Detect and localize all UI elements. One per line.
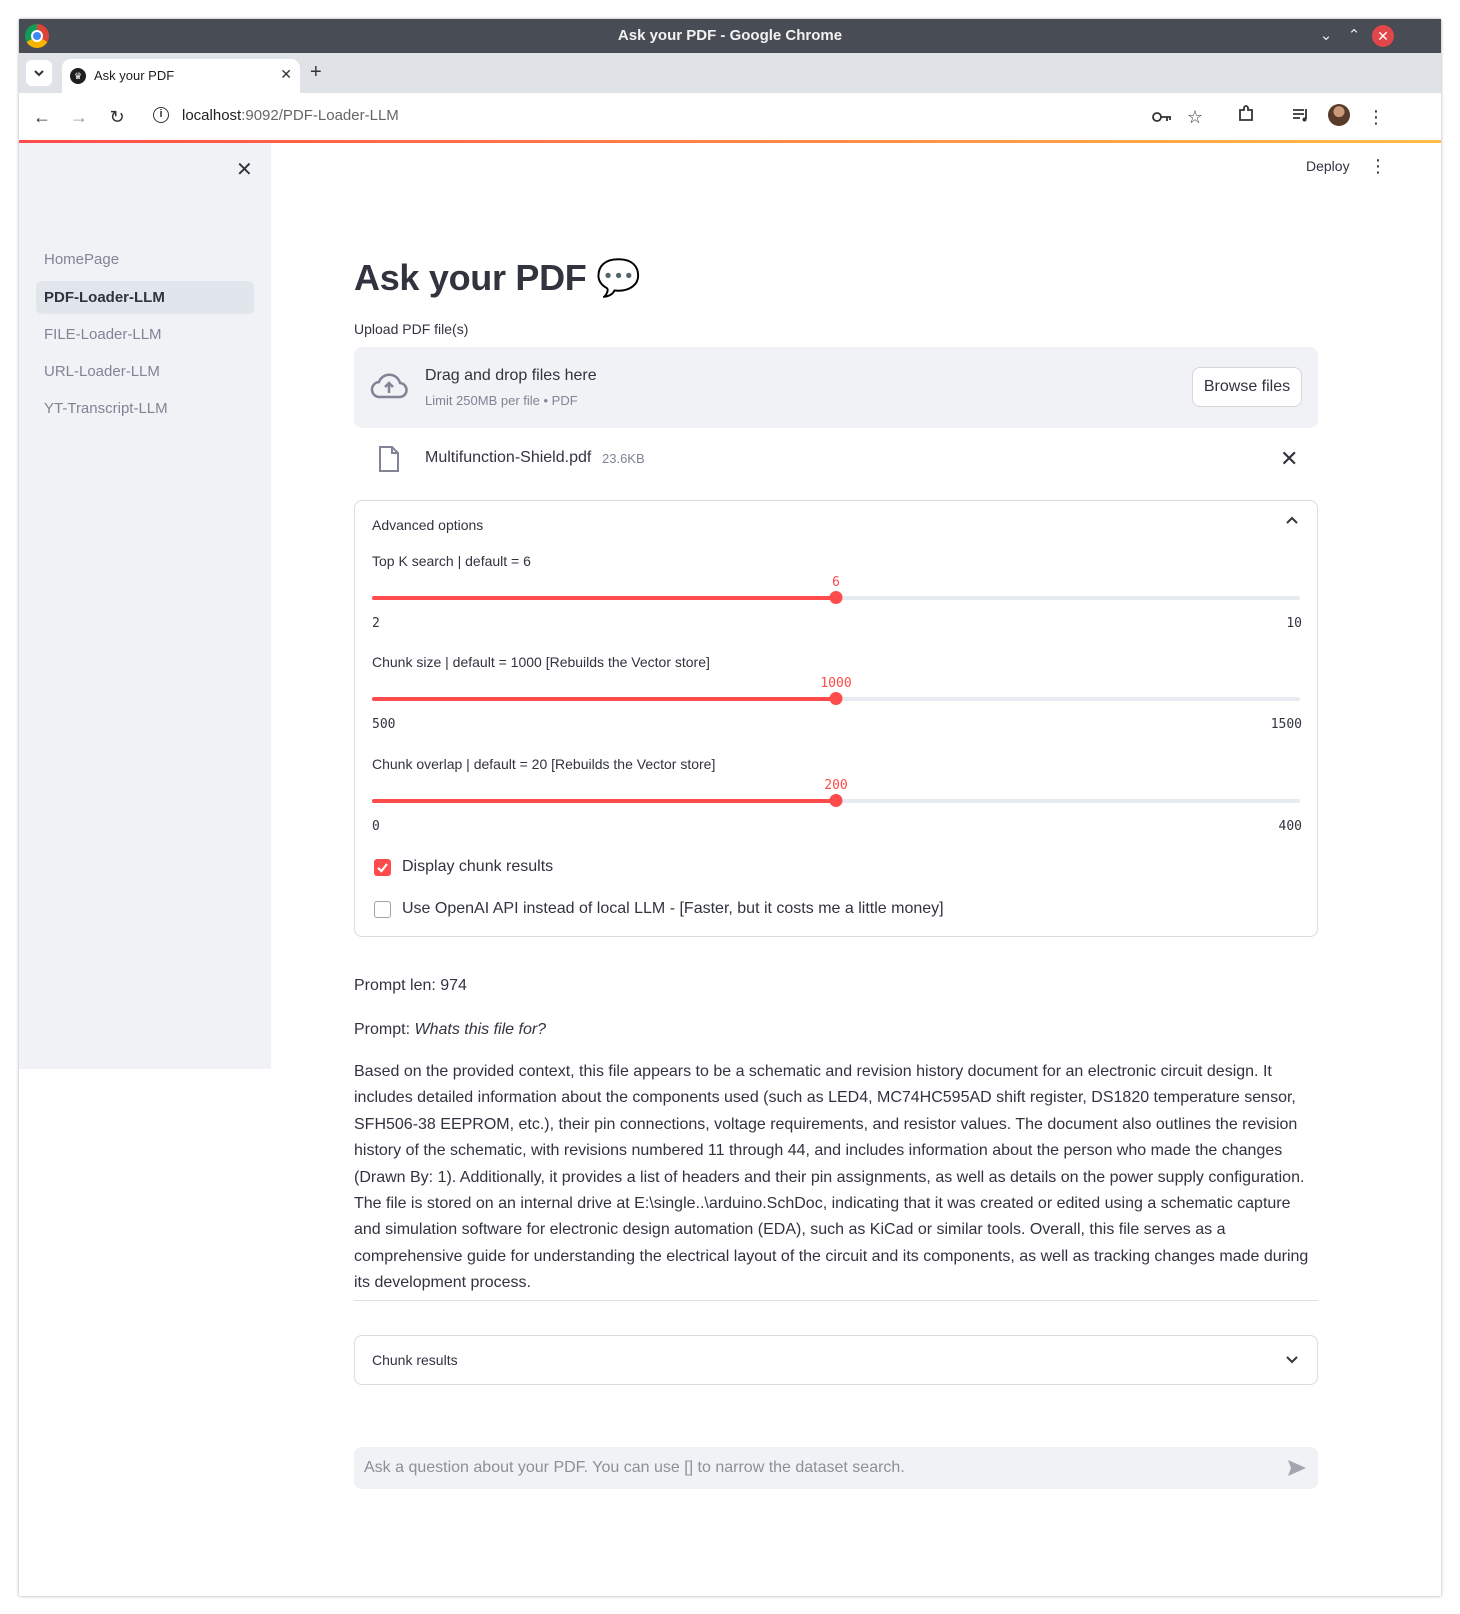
slider-max: 400 <box>1278 819 1302 834</box>
dropzone-limit: Limit 250MB per file • PDF <box>425 393 578 408</box>
media-control-icon[interactable] <box>1289 105 1313 129</box>
chevron-down-icon[interactable] <box>1285 1353 1299 1367</box>
prompt-length: Prompt len: 974 <box>354 977 467 994</box>
url-text[interactable]: localhost:9092/PDF-Loader-LLM <box>182 107 399 124</box>
slider-fill <box>372 799 836 803</box>
sidebar-item-homepage[interactable]: HomePage <box>36 243 254 276</box>
chunk-size-slider[interactable]: Chunk size | default = 1000 [Rebuilds th… <box>372 654 1302 744</box>
forward-icon[interactable]: → <box>67 105 91 129</box>
advanced-options-header[interactable]: Advanced options <box>372 517 483 533</box>
chunk-overlap-slider[interactable]: Chunk overlap | default = 20 [Rebuilds t… <box>372 756 1302 846</box>
file-dropzone[interactable]: Drag and drop files here Limit 250MB per… <box>354 347 1318 428</box>
chat-input-field[interactable] <box>354 1447 1274 1489</box>
send-icon[interactable] <box>1286 1457 1308 1479</box>
slider-value: 1000 <box>820 676 852 691</box>
slider-label: Chunk size | default = 1000 [Rebuilds th… <box>372 654 710 670</box>
checkbox-label: Use OpenAI API instead of local LLM - [F… <box>402 900 944 917</box>
tab-search-button[interactable] <box>26 60 52 86</box>
slider-label: Top K search | default = 6 <box>372 553 531 569</box>
back-icon[interactable]: ← <box>30 105 54 129</box>
cloud-upload-icon <box>370 373 408 399</box>
slider-value: 200 <box>824 778 848 793</box>
sidebar-item-file-loader-llm[interactable]: FILE-Loader-LLM <box>36 318 254 351</box>
slider-track[interactable] <box>372 692 1300 705</box>
chevron-down-icon <box>34 70 44 77</box>
uploaded-file: Multifunction-Shield.pdf 23.6KB ✕ <box>354 440 1318 480</box>
slider-min: 2 <box>372 616 380 631</box>
profile-avatar[interactable] <box>1328 104 1350 126</box>
slider-thumb[interactable] <box>829 794 843 807</box>
close-window-icon[interactable]: ✕ <box>1372 25 1394 47</box>
reload-icon[interactable]: ↻ <box>105 105 129 129</box>
minimize-icon[interactable]: ⌄ <box>1315 25 1337 47</box>
slider-value: 6 <box>832 575 840 590</box>
sidebar-item-yt-transcript-llm[interactable]: YT-Transcript-LLM <box>36 392 254 425</box>
slider-min: 500 <box>372 717 396 732</box>
tab-close-icon[interactable]: ✕ <box>280 66 292 83</box>
checkbox-unchecked[interactable] <box>374 901 391 918</box>
prompt-text: Prompt: Whats this file for? <box>354 1021 547 1038</box>
slider-thumb[interactable] <box>829 692 843 705</box>
sidebar-item-pdf-loader-llm[interactable]: PDF-Loader-LLM <box>36 281 254 314</box>
deploy-button[interactable]: Deploy <box>1306 158 1350 174</box>
advanced-options-expander: Advanced options Top K search | default … <box>354 500 1318 937</box>
slider-track[interactable] <box>372 591 1300 604</box>
tab-title: Ask your PDF <box>94 68 175 83</box>
sidebar-item-url-loader-llm[interactable]: URL-Loader-LLM <box>36 355 254 388</box>
window-title: Ask your PDF - Google Chrome <box>617 27 843 44</box>
slider-max: 10 <box>1286 616 1302 631</box>
address-bar[interactable]: i localhost:9092/PDF-Loader-LLM <box>149 101 1139 133</box>
title-bar: Ask your PDF - Google Chrome ⌄ ⌃ ✕ <box>19 19 1441 53</box>
dropzone-title: Drag and drop files here <box>425 367 597 384</box>
new-tab-button[interactable]: + <box>310 62 322 82</box>
top-k-slider[interactable]: Top K search | default = 6 6 2 10 <box>372 553 1302 643</box>
slider-thumb[interactable] <box>829 591 843 604</box>
browser-menu-icon[interactable]: ⋮ <box>1364 105 1388 129</box>
slider-fill <box>372 697 836 701</box>
remove-file-icon[interactable]: ✕ <box>1280 446 1298 472</box>
chevron-up-icon[interactable] <box>1285 513 1299 527</box>
tab-strip: ♛ Ask your PDF ✕ + <box>19 53 1441 93</box>
password-key-icon[interactable] <box>1150 105 1174 129</box>
slider-track[interactable] <box>372 794 1300 807</box>
slider-min: 0 <box>372 819 380 834</box>
chat-input[interactable] <box>354 1447 1318 1489</box>
file-size: 23.6KB <box>602 451 645 466</box>
site-info-icon[interactable]: i <box>153 107 169 123</box>
checkmark-icon <box>377 863 388 873</box>
upload-label: Upload PDF file(s) <box>354 321 469 337</box>
bookmark-star-icon[interactable]: ☆ <box>1183 105 1207 129</box>
answer-text: Based on the provided context, this file… <box>354 1063 1309 1292</box>
browse-files-button[interactable]: Browse files <box>1192 367 1302 407</box>
extensions-icon[interactable] <box>1234 105 1258 129</box>
chunk-results-header[interactable]: Chunk results <box>372 1352 458 1368</box>
slider-fill <box>372 596 836 600</box>
checkbox-label: Display chunk results <box>402 858 554 875</box>
app-menu-icon[interactable]: ⋮ <box>1369 156 1387 177</box>
maximize-icon[interactable]: ⌃ <box>1343 25 1365 47</box>
page-title: Ask your PDF 💬 <box>354 257 641 298</box>
sidebar: ✕ HomePage PDF-Loader-LLM FILE-Loader-LL… <box>19 143 271 1069</box>
tab-ask-your-pdf[interactable]: ♛ Ask your PDF ✕ <box>62 59 300 93</box>
sidebar-close-icon[interactable]: ✕ <box>236 157 253 182</box>
streamlit-favicon-icon: ♛ <box>70 68 86 84</box>
checkbox-checked[interactable] <box>374 859 391 876</box>
chunk-results-expander[interactable]: Chunk results <box>354 1335 1318 1385</box>
browser-toolbar: ← → ↻ i localhost:9092/PDF-Loader-LLM ☆ … <box>19 93 1441 141</box>
file-name: Multifunction-Shield.pdf <box>425 449 592 466</box>
slider-max: 1500 <box>1270 717 1302 732</box>
divider <box>354 1300 1318 1301</box>
browser-window: Ask your PDF - Google Chrome ⌄ ⌃ ✕ ♛ Ask… <box>19 19 1441 1596</box>
speech-bubble-icon: 💬 <box>596 257 641 298</box>
file-icon <box>379 446 399 472</box>
slider-label: Chunk overlap | default = 20 [Rebuilds t… <box>372 756 716 772</box>
